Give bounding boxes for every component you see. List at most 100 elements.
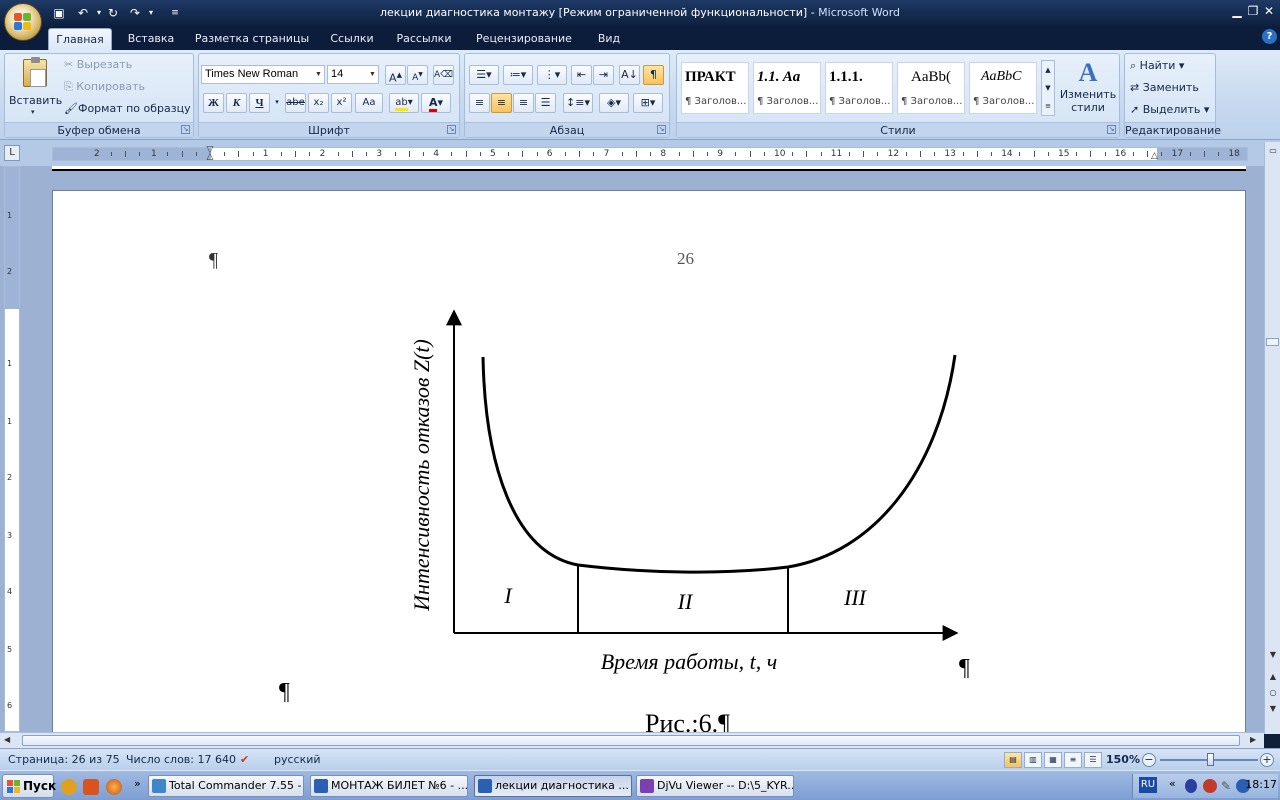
decrease-indent-icon[interactable]: ⇤ [571, 65, 592, 85]
office-button[interactable] [4, 3, 42, 41]
tab-mailings[interactable]: Рассылки [390, 28, 458, 50]
italic-button[interactable]: К [226, 93, 247, 113]
increase-indent-icon[interactable]: ⇥ [593, 65, 614, 85]
font-name-dropdown-icon[interactable]: ▼ [313, 66, 324, 83]
shrink-font-icon[interactable]: A▼ [407, 65, 428, 85]
browse-object-icon[interactable]: ○ [1266, 686, 1280, 700]
tab-home[interactable]: Главная [48, 28, 112, 50]
next-page-icon[interactable]: ▼ [1266, 702, 1280, 716]
numbering-icon[interactable]: ≔▾ [503, 65, 533, 85]
customize-qat-icon[interactable]: ≡ [166, 4, 184, 22]
tab-page-layout[interactable]: Разметка страницы [190, 28, 314, 50]
task-djvu-viewer[interactable]: DjVu Viewer -- D:\5_KYR... [636, 775, 794, 797]
zoom-slider-thumb[interactable] [1207, 753, 1214, 766]
print-layout-icon[interactable]: ▤ [1004, 752, 1022, 768]
split-icon[interactable]: ▭ [1266, 144, 1280, 158]
style-card-2[interactable]: 1.1. Aa ¶ Заголов... [753, 62, 821, 114]
align-left-icon[interactable]: ≡ [469, 93, 490, 113]
borders-icon[interactable]: ⊞▾ [633, 93, 663, 113]
tray-app-icon[interactable] [1185, 779, 1197, 793]
tray-antivirus-icon[interactable] [1203, 779, 1217, 793]
scroll-right-icon[interactable]: ▶ [1250, 735, 1256, 744]
save-icon[interactable]: ▣ [50, 4, 68, 22]
right-indent-marker-icon[interactable]: △ [1151, 152, 1161, 161]
align-right-icon[interactable]: ≡ [513, 93, 534, 113]
more-quick-launch-icon[interactable]: » [134, 777, 141, 790]
multilevel-list-icon[interactable]: ⋮▾ [537, 65, 567, 85]
strikethrough-button[interactable]: abe [285, 93, 306, 113]
web-layout-icon[interactable]: ▦ [1044, 752, 1062, 768]
font-launcher-icon[interactable]: ↘ [447, 125, 456, 134]
horizontal-scroll-thumb[interactable] [22, 735, 1240, 746]
vertical-ruler[interactable]: 1 2 1 1 2 3 4 5 6 [4, 166, 20, 732]
tab-selector-icon[interactable]: L [4, 145, 20, 161]
show-hidden-icons-icon[interactable]: « [1169, 777, 1176, 790]
underline-button[interactable]: Ч [249, 93, 270, 113]
close-button[interactable]: ✕ [1260, 3, 1278, 19]
quick-launch-app-icon[interactable] [61, 779, 77, 795]
horizontal-scrollbar[interactable]: ◀ ▶ [0, 732, 1264, 748]
line-spacing-icon[interactable]: ↕≡▾ [563, 93, 593, 113]
font-size-combo[interactable]: 14 ▼ [327, 65, 379, 84]
replace-button[interactable]: ⇄ Заменить [1129, 79, 1200, 97]
tab-insert[interactable]: Вставка [120, 28, 182, 50]
task-word-bilet[interactable]: МОНТАЖ БИЛЕТ №6 - ... [310, 775, 468, 797]
format-painter-button[interactable]: 🖌Формат по образцу [63, 100, 192, 118]
quick-launch-app-icon[interactable] [83, 779, 99, 795]
cut-button[interactable]: ✂ Вырезать [63, 56, 133, 74]
superscript-button[interactable]: x² [331, 93, 352, 113]
page-status[interactable]: Страница: 26 из 75 [8, 753, 120, 766]
language-indicator[interactable]: RU [1139, 777, 1157, 793]
paragraph-launcher-icon[interactable]: ↘ [657, 125, 666, 134]
zoom-level[interactable]: 150% [1106, 753, 1140, 766]
document-page[interactable]: ¶ 26 I II III Интенсивность отказов Z(t)… [52, 190, 1246, 750]
clear-formatting-icon[interactable]: A⌫ [433, 65, 454, 85]
vertical-scroll-thumb[interactable] [1266, 338, 1279, 346]
horizontal-ruler[interactable]: 2 1 1 2 3 4 5 6 7 8 9 10 11 12 13 14 15 16 17 18 ▽ △ △ [52, 146, 1248, 162]
shading-icon[interactable]: ◈▾ [599, 93, 629, 113]
bullets-icon[interactable]: ☰▾ [469, 65, 499, 85]
style-card-4[interactable]: AaBb( ¶ Заголов... [897, 62, 965, 114]
font-name-combo[interactable]: Times New Roman ▼ [201, 65, 325, 84]
grow-font-icon[interactable]: A▲ [385, 65, 406, 85]
zoom-out-icon[interactable]: − [1142, 753, 1156, 767]
style-card-5[interactable]: AaBbC ¶ Заголов... [969, 62, 1037, 114]
select-button[interactable]: ➚ Выделить ▾ [1129, 101, 1210, 119]
indent-marker-icon[interactable]: ▽ △ [205, 146, 215, 162]
vertical-scrollbar[interactable]: ▭ ▼ ▲ ○ ▼ [1264, 142, 1280, 734]
copy-button[interactable]: ⎘ Копировать [63, 78, 146, 96]
style-card-3[interactable]: 1.1.1. ¶ Заголов... [825, 62, 893, 114]
show-marks-icon[interactable]: ¶ [643, 65, 664, 85]
tab-review[interactable]: Рецензирование [466, 28, 582, 50]
highlight-icon[interactable]: ab▾ [389, 93, 419, 113]
proofing-icon[interactable]: ✔ [240, 753, 249, 766]
outline-view-icon[interactable]: ≡ [1064, 752, 1082, 768]
scroll-down-icon[interactable]: ▼ [1266, 648, 1280, 662]
help-icon[interactable]: ? [1262, 29, 1277, 44]
tray-tool-icon[interactable]: ✎ [1221, 779, 1231, 793]
styles-launcher-icon[interactable]: ↘ [1107, 125, 1116, 134]
subscript-button[interactable]: x₂ [308, 93, 329, 113]
font-size-dropdown-icon[interactable]: ▼ [367, 66, 378, 83]
font-color-icon[interactable]: A▾ [421, 93, 451, 113]
zoom-in-icon[interactable]: + [1260, 753, 1274, 767]
underline-dropdown-icon[interactable]: ▾ [272, 93, 282, 113]
justify-icon[interactable]: ☰ [535, 93, 556, 113]
figure[interactable]: I II III Интенсивность отказов Z(t) Врем… [393, 303, 993, 683]
scroll-left-icon[interactable]: ◀ [4, 735, 10, 744]
style-card-1[interactable]: ПРАКТ ¶ Заголов... [681, 62, 749, 114]
task-word-lectures[interactable]: лекции диагностика ... [474, 775, 632, 797]
firefox-icon[interactable] [106, 779, 122, 795]
sort-icon[interactable]: A↓ [619, 65, 640, 85]
language-status[interactable]: русский [274, 753, 321, 766]
redo-icon[interactable]: ↻ [104, 4, 122, 22]
change-styles-button[interactable]: A Изменить стили [1059, 58, 1117, 118]
bold-button[interactable]: Ж [203, 93, 224, 113]
change-case-button[interactable]: Аа [355, 93, 383, 113]
full-screen-reading-icon[interactable]: ▥ [1024, 752, 1042, 768]
start-button[interactable]: Пуск [2, 774, 56, 798]
tab-references[interactable]: Ссылки [322, 28, 382, 50]
paste-button[interactable]: Вставить ▾ [9, 56, 62, 118]
align-center-icon[interactable]: ≡ [491, 93, 512, 113]
word-count[interactable]: Число слов: 17 640 [126, 753, 236, 766]
